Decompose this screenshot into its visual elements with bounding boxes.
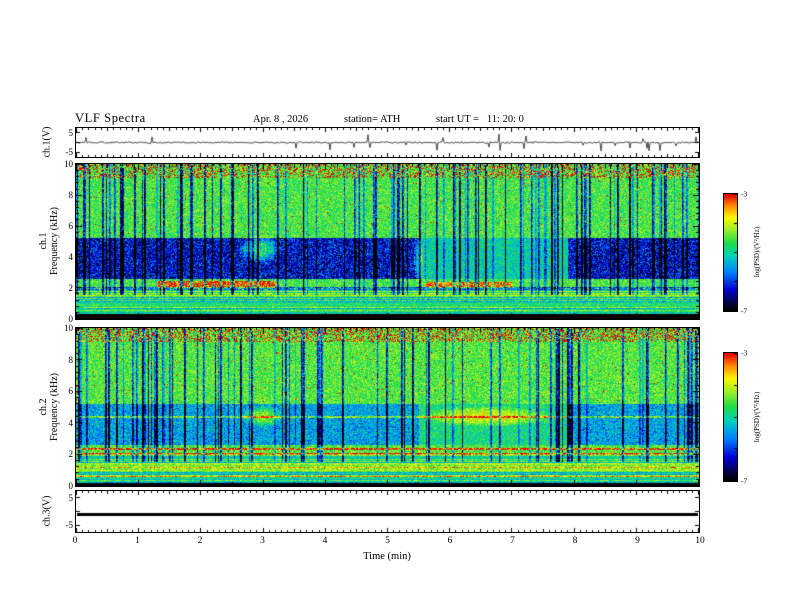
figure-date: Apr. 8 , 2026 (253, 114, 309, 125)
y-tick-label: 5 (68, 492, 74, 503)
vlf-spectra-figure: VLF Spectra Apr. 8 , 2026 station= ATH s… (0, 0, 792, 612)
ch1-colorbar-tick-top: -3 (741, 189, 748, 199)
x-tick-label: 5 (385, 536, 390, 546)
ch3-waveform-panel: 5 -5 (66, 490, 700, 533)
x-tick-label: 7 (510, 536, 515, 546)
ch3-waveform-ylabel: ch.3(V) (41, 495, 53, 527)
x-tick-label: 6 (447, 536, 453, 546)
ch1-colorbar-label: log(PSD)/(V²/Hz) (753, 226, 761, 278)
x-tick-label: 1 (135, 536, 140, 546)
y-tick-label: 5 (68, 127, 74, 138)
ch2-colorbar-tick-bottom: -7 (741, 476, 748, 486)
ch2-spec-ylabel-channel: ch.2 (38, 398, 49, 416)
ch2-spectrogram-panel: 10 8 6 4 2 0 (64, 323, 700, 491)
x-tick-label: 9 (635, 536, 640, 546)
ch3-waveform-canvas (76, 491, 699, 532)
ch1-colorbar-tick-bottom: -7 (741, 306, 748, 316)
x-axis-tick-labels: 0 1 2 3 4 5 6 7 8 9 10 (72, 536, 705, 548)
y-tick-label: 0 (68, 481, 74, 491)
ch1-spec-ylabel-axis: Frequency (kHz) (49, 206, 60, 276)
ch2-spectrogram-canvas (76, 328, 699, 486)
ch2-spec-ylabel-axis: Frequency (kHz) (49, 372, 60, 442)
figure-start-ut: start UT = 11: 20: 0 (436, 114, 524, 125)
figure-title: VLF Spectra (75, 111, 146, 125)
ch1-spec-ylabel-channel: ch.1 (38, 232, 49, 250)
x-tick-label: 2 (197, 536, 203, 546)
ch1-waveform-panel: 5 -5 (66, 127, 700, 158)
ch1-spectrogram-panel: 10 8 6 4 2 0 (64, 159, 700, 324)
y-tick-label: 8 (68, 190, 74, 200)
y-tick-label: -5 (65, 147, 74, 158)
ch2-spectrogram-ylabel: ch.2 Frequency (kHz) (38, 373, 60, 441)
figure-station: station= ATH (344, 114, 401, 125)
x-tick-label: 8 (572, 536, 578, 546)
y-tick-label: -5 (65, 520, 74, 531)
y-tick-label: 10 (64, 159, 73, 169)
x-axis-title: Time (min) (363, 551, 411, 562)
ch1-colorbar (723, 193, 738, 312)
ch2-colorbar-label: log(PSD)/(V²/Hz) (753, 391, 761, 443)
ch2-colorbar-tick-top: -3 (741, 348, 748, 358)
y-tick-label: 2 (68, 283, 74, 293)
ch1-waveform-ylabel: ch.1(V) (41, 126, 53, 158)
x-tick-label: 4 (322, 536, 328, 546)
x-tick-label: 0 (72, 536, 78, 546)
ch1-spectrogram-canvas (76, 164, 699, 319)
x-tick-label: 10 (695, 536, 705, 546)
ch1-spectrogram-ylabel: ch.1 Frequency (kHz) (38, 207, 60, 275)
ch2-colorbar (723, 352, 738, 482)
ch2-colorbar-canvas (724, 353, 737, 481)
y-tick-label: 8 (68, 354, 74, 365)
y-tick-label: 2 (68, 449, 74, 460)
ch1-waveform-canvas (76, 128, 699, 157)
y-tick-label: 10 (64, 323, 73, 333)
ch1-colorbar-canvas (724, 194, 737, 311)
x-tick-label: 3 (260, 536, 265, 546)
